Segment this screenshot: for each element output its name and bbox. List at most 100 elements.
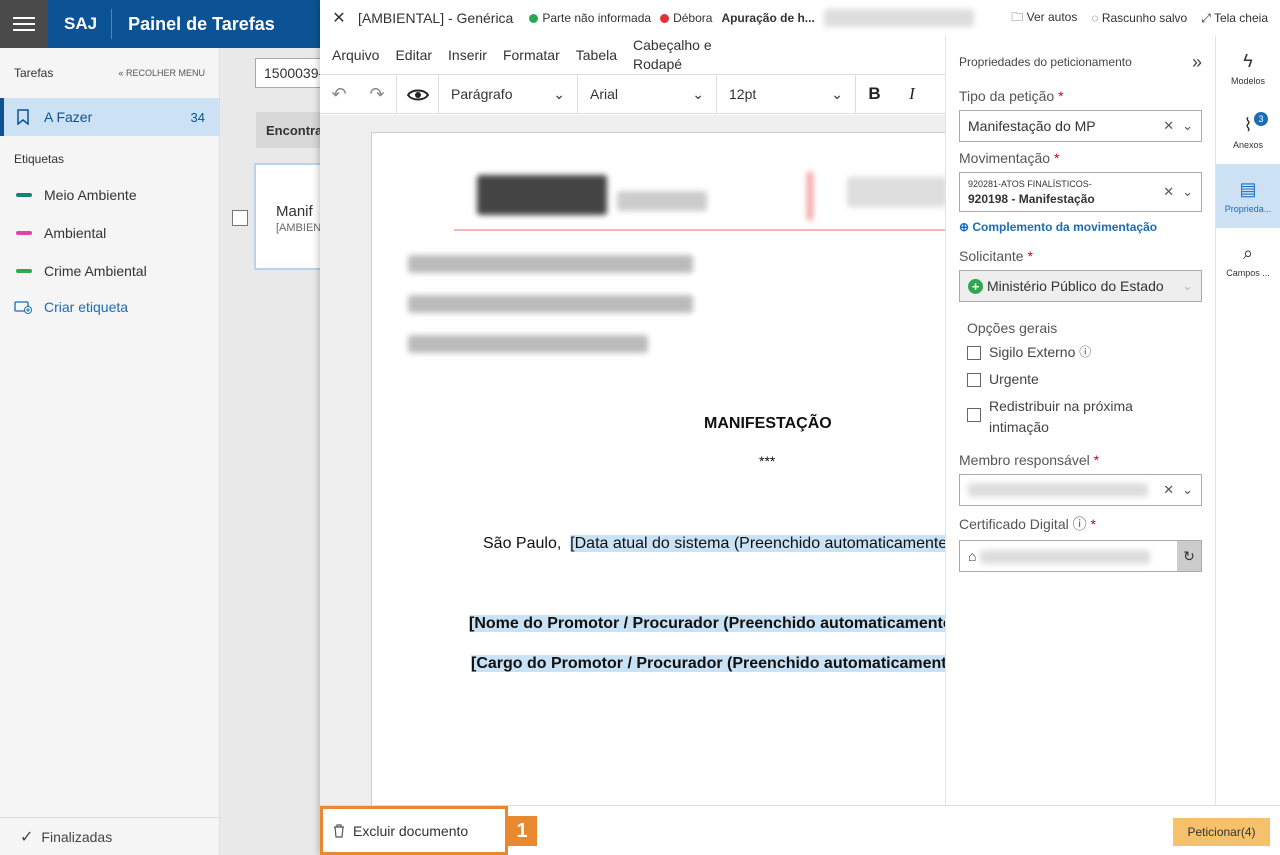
date-line: São Paulo, [Data atual do sistema (Preen… (483, 535, 945, 553)
peticionar-button[interactable]: Peticionar(4) (1173, 818, 1270, 846)
clear-icon[interactable]: ✕ (1163, 184, 1174, 200)
create-tag-label: Criar etiqueta (44, 299, 129, 315)
role-placeholder[interactable]: [Cargo do Promotor / Procurador (Preench… (471, 655, 945, 673)
redacted-field (408, 295, 693, 313)
count-badge: 34 (190, 109, 205, 125)
complemento-link[interactable]: ⊕ Complemento da movimentação (959, 220, 1202, 234)
properties-panel: Propriedades do peticionamento » Tipo da… (945, 36, 1215, 805)
task-title: Manif (276, 203, 313, 220)
menu-icon[interactable] (0, 0, 48, 48)
solicitante-select[interactable]: + Ministério Público do Estado ⌄ (959, 270, 1202, 302)
fullscreen-button[interactable]: ⤢ Tela cheia (1201, 11, 1268, 26)
tag-meio-ambiente[interactable]: Meio Ambiente (0, 176, 219, 214)
check-icon: ✓ (20, 828, 34, 846)
menu-arquivo[interactable]: Arquivo (332, 47, 379, 63)
menu-inserir[interactable]: Inserir (448, 47, 487, 63)
editor-panel: ✕ [AMBIENTAL] - Genérica Parte não infor… (320, 0, 1280, 855)
delete-document-button[interactable]: Excluir documento (320, 806, 508, 855)
properties-title: Propriedades do peticionamento (959, 55, 1132, 69)
folder-icon: 🗀 (1011, 9, 1024, 24)
redacted-field (408, 335, 648, 353)
task-checkbox[interactable] (232, 210, 248, 226)
close-icon[interactable]: ✕ (320, 8, 358, 28)
tag-label: Meio Ambiente (44, 187, 137, 203)
document-page[interactable]: MANIFESTAÇÃO *** São Paulo, [Data atual … (371, 132, 945, 805)
bookmark-icon (17, 109, 29, 125)
clear-icon[interactable]: ✕ (1163, 118, 1174, 134)
redacted-field (408, 255, 693, 273)
movimentacao-select[interactable]: 920281-ATOS FINALÍSTICOS- 920198 - Manife… (959, 172, 1202, 212)
doc-search-icon: ⌕ (1242, 242, 1254, 263)
undo-icon[interactable]: ↶ (320, 84, 358, 105)
editor-header: ✕ [AMBIENTAL] - Genérica Parte não infor… (320, 0, 1280, 36)
chevron-down-icon: ⌄ (1182, 118, 1193, 133)
document-icon: ▤ (1239, 178, 1257, 199)
chevron-down-icon: ⌄ (692, 85, 704, 102)
mp-logo-redacted (477, 175, 607, 215)
tag-label: Ambiental (44, 225, 107, 241)
rail-campos[interactable]: ⌕ Campos ... (1216, 228, 1280, 292)
collapse-panel-icon[interactable]: » (1192, 52, 1202, 73)
menu-cabecalho[interactable]: Cabeçalho e Rodapé (633, 36, 728, 74)
refresh-icon[interactable]: ↻ (1177, 541, 1201, 571)
create-tag-link[interactable]: Criar etiqueta (0, 292, 219, 322)
check-circle-icon: ◌ (1091, 11, 1099, 25)
chevron-down-icon: ⌄ (1182, 184, 1193, 199)
draft-status: ◌ Rascunho salvo (1091, 11, 1188, 25)
collapse-menu-button[interactable]: « RECOLHER MENU (118, 68, 205, 78)
document-canvas: MANIFESTAÇÃO *** São Paulo, [Data atual … (320, 115, 945, 805)
add-tag-icon (14, 301, 32, 314)
menu-formatar[interactable]: Formatar (503, 47, 560, 63)
tag-icon: ⌂ (968, 547, 977, 564)
menu-tabela[interactable]: Tabela (576, 47, 617, 63)
font-family-select[interactable]: Arial ⌄ (577, 74, 716, 114)
brand-logo[interactable]: SAJ (50, 9, 113, 39)
font-size-select[interactable]: 12pt ⌄ (716, 74, 855, 114)
rail-propriedades[interactable]: ▤ Proprieda... (1216, 164, 1280, 228)
tipo-label: Tipo da petição * (959, 88, 1064, 104)
list-header: Encontra (256, 112, 320, 148)
bold-icon[interactable]: B (855, 74, 893, 114)
name-placeholder[interactable]: [Nome do Promotor / Procurador (Preenchi… (469, 615, 945, 633)
menu-editar[interactable]: Editar (395, 47, 432, 63)
clear-icon[interactable]: ✕ (1163, 482, 1174, 498)
minus-dot-icon (660, 13, 670, 23)
redacted-field (617, 191, 707, 211)
page-title: Painel de Tarefas (128, 13, 275, 34)
italic-icon[interactable]: I (893, 84, 931, 104)
tipo-peticao-select[interactable]: Manifestação do MP ✕ ⌄ (959, 110, 1202, 142)
tag-ambiental[interactable]: Ambiental (0, 214, 219, 252)
app-header: SAJ Painel de Tarefas (0, 0, 320, 48)
rail-anexos[interactable]: ⌇ 3 Anexos (1216, 100, 1280, 164)
status-debora: Débora (660, 11, 712, 25)
tag-color (16, 231, 32, 235)
ver-autos-button[interactable]: 🗀 Ver autos (1011, 8, 1077, 29)
solicitante-label: Solicitante * (959, 248, 1033, 264)
preview-eye-icon[interactable] (396, 74, 438, 114)
step-badge: 1 (507, 816, 537, 846)
sigilo-checkbox[interactable]: Sigilo Externo ⓘ (967, 342, 1202, 363)
urgente-checkbox[interactable]: Urgente (967, 369, 1202, 390)
redacted-field (968, 483, 1148, 497)
plus-dot-icon (529, 13, 539, 23)
paragraph-style-select[interactable]: Parágrafo ⌄ (438, 74, 577, 114)
tag-label: Crime Ambiental (44, 263, 147, 279)
redistribuir-checkbox[interactable]: Redistribuir na próxima intimação (967, 396, 1202, 438)
redo-icon[interactable]: ↷ (358, 84, 396, 105)
header-divider (454, 229, 945, 231)
rail-modelos[interactable]: ϟ Modelos (1216, 36, 1280, 100)
redacted-field (823, 9, 974, 27)
menu-bar: Arquivo Editar Inserir Formatar Tabela C… (320, 36, 945, 74)
certificado-select[interactable]: ⌂ ↻ (959, 540, 1202, 572)
sidebar-item-afazer[interactable]: A Fazer 34 (0, 98, 219, 136)
document-heading: MANIFESTAÇÃO (704, 415, 832, 432)
tag-crime-ambiental[interactable]: Crime Ambiental (0, 252, 219, 290)
chevron-down-icon: ⌄ (831, 85, 843, 102)
document-stars: *** (759, 453, 776, 469)
finalizadas-item[interactable]: ✓ Finalizadas (0, 817, 220, 855)
status-parte: Parte não informada (529, 11, 651, 25)
membro-select[interactable]: ✕ ⌄ (959, 474, 1202, 506)
date-placeholder[interactable]: [Data atual do sistema (Preenchido autom… (570, 535, 945, 552)
format-toolbar: ↶ ↷ Parágrafo ⌄ Arial ⌄ 12pt ⌄ B I (320, 74, 945, 114)
task-card[interactable]: Manif [AMBIEN (254, 163, 324, 270)
